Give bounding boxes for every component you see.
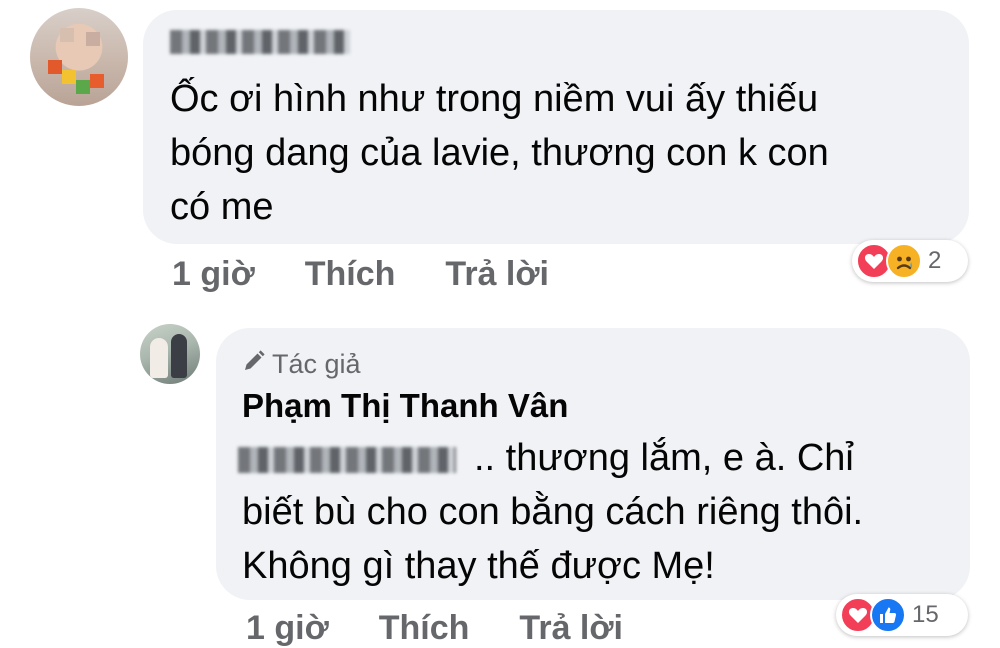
comment-line: bóng dang của lavie, thương con k con: [170, 132, 829, 174]
reply-button[interactable]: Trả lời: [445, 254, 549, 294]
author-avatar[interactable]: [140, 324, 200, 384]
comment-text: Ốc ơi hình như trong niềm vui ấy thiếu b…: [170, 72, 829, 234]
avatar-pixel: [48, 60, 62, 74]
comment-actions: 1 giờ Thích Trả lời: [172, 254, 549, 294]
avatar-pixel: [86, 32, 100, 46]
reply-button[interactable]: Trả lời: [519, 608, 623, 648]
reaction-count: 15: [912, 601, 939, 628]
avatar-figure: [171, 334, 187, 378]
reply-line: .. thương lắm, e à. Chỉ: [474, 437, 854, 479]
reply-line: biết bù cho con bằng cách riêng thôi.: [242, 491, 864, 533]
comment-line: có me: [170, 186, 274, 228]
like-button[interactable]: Thích: [379, 608, 470, 648]
avatar-figure: [150, 338, 168, 378]
reaction-count: 2: [928, 247, 942, 274]
reply-actions: 1 giờ Thích Trả lời: [246, 608, 623, 648]
reply-text: .. thương lắm, e à. Chỉ biết bù cho con …: [242, 431, 863, 593]
author-name-link[interactable]: Phạm Thị Thanh Vân: [242, 386, 568, 426]
commenter-avatar[interactable]: [30, 8, 128, 106]
like-icon: [870, 597, 906, 633]
avatar-pixel: [76, 80, 90, 94]
comments-thread: Ốc ơi hình như trong niềm vui ấy thiếu b…: [0, 0, 1000, 648]
pencil-icon: [242, 348, 266, 380]
avatar-pixel: [62, 70, 76, 84]
timestamp-link[interactable]: 1 giờ: [246, 608, 329, 648]
author-badge: Tác giả: [242, 348, 361, 380]
author-badge-label: Tác giả: [272, 349, 361, 379]
blurred-commenter-name[interactable]: [170, 30, 350, 54]
reply-line: Không gì thay thế được Mẹ!: [242, 545, 715, 587]
reactions-summary[interactable]: 2: [852, 240, 968, 282]
avatar-pixel: [60, 28, 74, 42]
like-button[interactable]: Thích: [305, 254, 396, 294]
avatar-pixel: [90, 74, 104, 88]
comment-line: Ốc ơi hình như trong niềm vui ấy thiếu: [170, 78, 819, 120]
timestamp-link[interactable]: 1 giờ: [172, 254, 255, 294]
sad-icon: [886, 243, 922, 279]
reactions-summary[interactable]: 15: [836, 594, 968, 636]
